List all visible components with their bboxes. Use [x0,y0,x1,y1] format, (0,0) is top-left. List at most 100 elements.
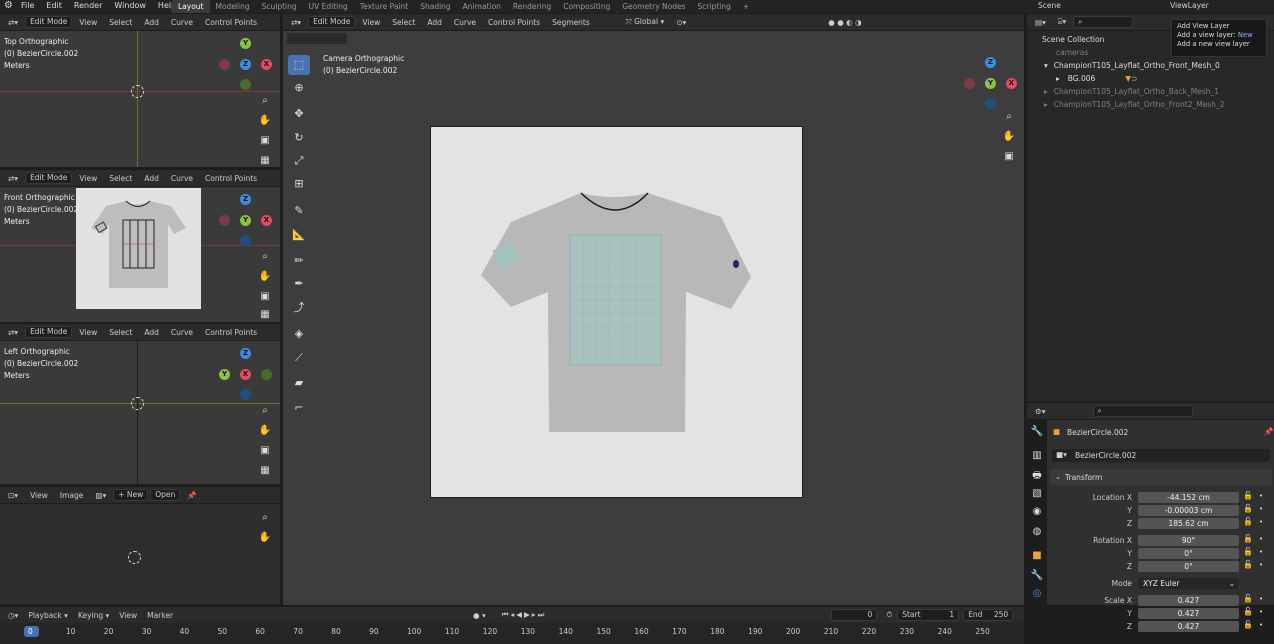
lock-icon[interactable]: 🔓 [1243,491,1253,500]
keyframe-dot-icon[interactable]: • [1259,595,1263,603]
front-ortho-viewport[interactable]: Front Orthographic (0) BezierCircle.002 … [0,187,280,322]
image-browse-icon[interactable]: ▨▾ [90,491,111,500]
draw-tool-icon[interactable]: ✏ [288,251,310,271]
menu-add[interactable]: Add [139,174,164,183]
menu-add[interactable]: Add [139,328,164,337]
pan-hand-icon[interactable]: ✋ [257,530,273,546]
shading-solid-icon[interactable]: ● ● ◐ ◑ [823,18,866,27]
zoom-icon[interactable]: ⌕ [257,403,273,419]
pan-hand-icon[interactable]: ✋ [257,113,273,129]
blender-logo-icon[interactable]: ⚙ [4,0,13,12]
outliner-row-front-mesh[interactable]: ▾ ChampionT105_Layflat_Ortho_Front_Mesh_0 [1030,59,1274,72]
axis-z-label[interactable]: Z [240,348,251,359]
mode-dropdown[interactable]: Edit Mode [308,16,356,28]
scene-tab-icon[interactable]: ◉ [1029,504,1045,520]
keyframe-dot-icon[interactable]: • [1259,548,1263,556]
object-name-field[interactable]: ■▾ BezierCircle.002 [1052,449,1270,462]
location-z-field[interactable]: 185.62 cm [1138,518,1239,529]
location-y-field[interactable]: -0.00003 cm [1138,505,1239,516]
pan-hand-icon[interactable]: ✋ [257,269,273,285]
camera-icon[interactable]: ▣ [257,133,273,149]
lock-icon[interactable]: 🔓 [1243,534,1253,543]
menu-marker[interactable]: Marker [142,611,178,620]
open-image-button[interactable]: Open [150,489,181,501]
tab-scripting[interactable]: Scripting [692,0,737,13]
keyframe-dot-icon[interactable]: • [1259,535,1263,543]
modifier-tab-icon[interactable]: 🔧 [1029,568,1045,584]
keyframe-dot-icon[interactable]: • [1259,505,1263,513]
tab-modeling[interactable]: Modeling [210,0,256,13]
lock-icon[interactable]: 🔓 [1243,560,1253,569]
tab-compositing[interactable]: Compositing [557,0,616,13]
tab-layout[interactable]: Layout [172,0,210,13]
scale-y-field[interactable]: 0.427 [1138,608,1239,619]
menu-add[interactable]: Add [422,18,447,27]
menu-select[interactable]: Select [387,18,420,27]
view-layer-selector[interactable]: ViewLayer [1170,0,1209,12]
render-tab-icon[interactable]: ▥ [1029,448,1045,464]
extrude-tool-icon[interactable]: ⤴ [288,298,310,318]
world-tab-icon[interactable]: ◍ [1029,524,1045,540]
editor-type-icon[interactable]: ⚙▾ [1030,407,1051,416]
axis-z-label[interactable]: Z [240,194,251,205]
select-mode-buttons[interactable] [287,33,347,44]
editor-type-icon[interactable]: ⇄▾ [286,18,306,27]
transform-tool-icon[interactable]: ⊞ [288,174,310,194]
object-name-input[interactable]: BezierCircle.002 [1075,451,1136,460]
menu-playback[interactable]: Playback ▾ [23,611,73,620]
menu-keying[interactable]: Keying ▾ [73,611,114,620]
lock-icon[interactable]: 🔓 [1243,504,1253,513]
pen-tool-icon[interactable]: ✒ [288,274,310,294]
pan-hand-icon[interactable]: ✋ [1001,129,1017,145]
editor-type-icon[interactable]: ⇄▾ [3,174,23,183]
editor-type-icon[interactable]: ⊡▾ [3,491,23,500]
move-tool-icon[interactable]: ✥ [288,104,310,124]
menu-file[interactable]: File [15,0,40,12]
menu-edit[interactable]: Edit [40,0,68,12]
lock-icon[interactable]: 🔓 [1243,594,1253,603]
menu-curve[interactable]: Curve [166,18,198,27]
camera-icon[interactable]: ▣ [1001,149,1017,165]
lock-icon[interactable]: 🔓 [1243,547,1253,556]
tab-texture-paint[interactable]: Texture Paint [354,0,414,13]
location-x-field[interactable]: -44.152 cm [1138,492,1239,503]
menu-image[interactable]: Image [55,491,89,500]
outliner-search-input[interactable]: ⌕ [1073,16,1134,28]
chevron-down-icon[interactable]: ⌄ [1055,472,1061,481]
menu-control-points[interactable]: Control Points [200,174,262,183]
menu-select[interactable]: Select [104,328,137,337]
tab-sculpting[interactable]: Sculpting [256,0,303,13]
outliner-row-front2-mesh[interactable]: ▸ ChampionT105_Layflat_Ortho_Front2_Mesh_… [1030,98,1274,111]
object-tab-icon[interactable]: ■ [1029,548,1045,564]
scale-z-field[interactable]: 0.427 [1138,621,1239,632]
mode-dropdown[interactable]: Edit Mode [25,16,73,28]
keyframe-dot-icon[interactable]: • [1259,621,1263,629]
annotate-tool-icon[interactable]: ✎ [288,201,310,221]
editor-type-icon[interactable]: ⇄▾ [3,18,23,27]
view-layer-tab-icon[interactable]: ▧ [1029,486,1045,502]
new-image-button[interactable]: + New [113,489,149,501]
axis-x-label[interactable]: X [261,59,272,70]
image-editor-canvas[interactable]: ⌕ ✋ [0,504,280,604]
start-frame-field[interactable]: Start 1 [897,609,960,621]
mode-dropdown[interactable]: Edit Mode [25,326,73,338]
menu-view[interactable]: View [74,174,102,183]
menu-curve[interactable]: Curve [166,174,198,183]
axis-y-label[interactable]: Y [240,38,251,49]
tab-shading[interactable]: Shading [414,0,456,13]
output-tab-icon[interactable]: 🖶 [1029,468,1045,484]
menu-view[interactable]: View [114,611,142,620]
properties-search-input[interactable]: ⌕ [1092,405,1193,417]
lock-icon[interactable]: 🔓 [1243,517,1253,526]
axis-y-label[interactable]: Y [219,369,230,380]
menu-view[interactable]: View [74,18,102,27]
zoom-icon[interactable]: ⌕ [257,93,273,109]
lock-icon[interactable]: 🔓 [1243,620,1253,629]
tool-tab-icon[interactable]: 🔧 [1029,424,1045,440]
keyframe-dot-icon[interactable]: • [1259,608,1263,616]
grid-icon[interactable]: ▦ [257,153,273,167]
pan-hand-icon[interactable]: ✋ [257,423,273,439]
editor-type-icon[interactable]: ▤▾ [1030,18,1051,27]
tilt-tool-icon[interactable]: ⟋ [288,348,310,368]
rotation-x-field[interactable]: 90° [1138,535,1239,546]
